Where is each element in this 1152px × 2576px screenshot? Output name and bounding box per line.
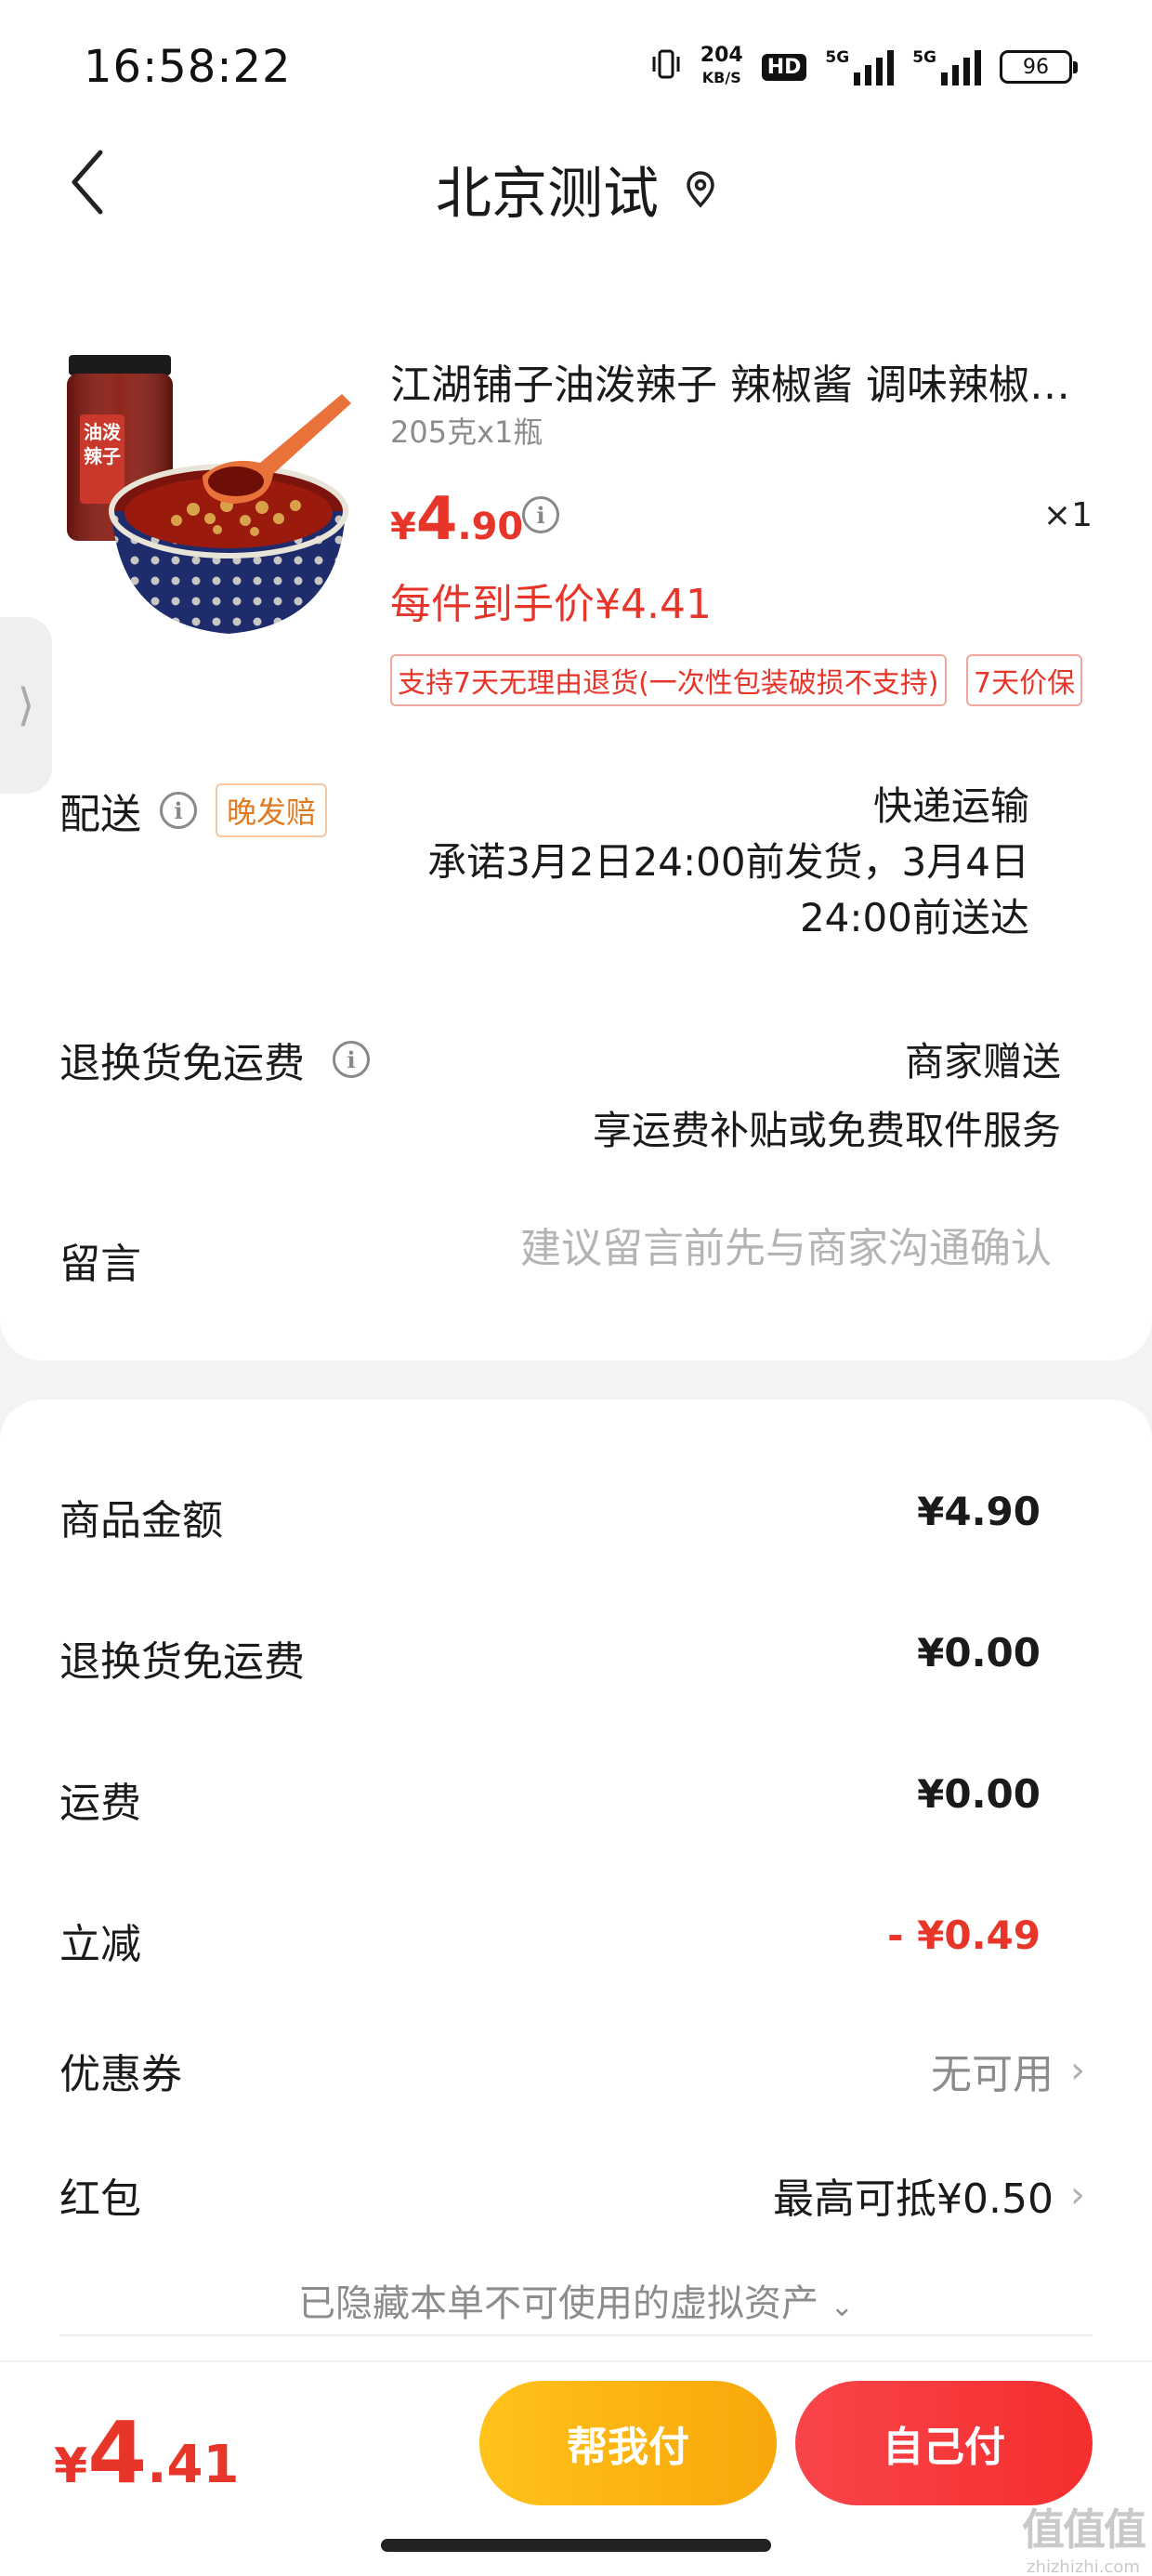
final-unit-price: 每件到手价¥4.41 [390, 581, 712, 628]
coupon-selector[interactable]: 无可用 › [931, 2041, 1085, 2100]
goods-amount-value: ¥4.90 [917, 1489, 1041, 1534]
status-icons: 204 KB/S HD 5G 5G 96 [650, 44, 1078, 89]
vibrate-icon [650, 47, 682, 86]
location-pin-icon[interactable] [685, 170, 716, 208]
delivery-method: 快递运输 [872, 783, 1029, 829]
pay-myself-button[interactable]: 自己付 [795, 2381, 1093, 2505]
divider [59, 2334, 1093, 2336]
delivery-label: 配送 [59, 791, 141, 838]
help-me-pay-button[interactable]: 帮我付 [479, 2381, 777, 2505]
home-indicator[interactable] [381, 2539, 771, 2552]
red-packet-label: 红包 [59, 2175, 141, 2223]
battery-icon: 96 [1000, 50, 1078, 84]
network-speed: 204 KB/S [700, 44, 743, 87]
chevron-right-icon: ⟩ [17, 679, 35, 731]
instant-discount-label: 立减 [59, 1921, 141, 1968]
page-title: 北京测试 [436, 162, 659, 227]
return-shipping-description: 享运费补贴或免费取件服务 [592, 1108, 1061, 1153]
return-shipping-provider: 商家赠送 [904, 1039, 1061, 1084]
watermark-logo: 值值值 [1022, 2504, 1146, 2555]
product-quantity: ×1 [1042, 496, 1093, 534]
message-label: 留言 [59, 1241, 141, 1288]
signal-sim2-icon: 5G [912, 48, 981, 85]
hidden-assets-toggle[interactable]: 已隐藏本单不可使用的虚拟资产 ⌄ [0, 2273, 1152, 2327]
late-compensation-tag: 晚发赔 [216, 783, 328, 837]
red-packet-selector[interactable]: 最高可抵¥0.50 › [773, 2165, 1085, 2225]
return-shipping-info-icon[interactable]: i [333, 1041, 370, 1078]
delivery-value: 快递运输 承诺3月2日24:00前发货，3月4日 24:00前送达 [427, 779, 1029, 946]
coupon-value: 无可用 [931, 2051, 1054, 2098]
watermark-url: zhizhizhi.com [1027, 2557, 1140, 2576]
return-policy-tag: 支持7天无理由退货(一次性包装破损不支持) [390, 654, 947, 706]
page-title-row: 北京测试 [0, 149, 1152, 230]
shipping-fee-value: ¥0.00 [917, 1771, 1041, 1817]
product-name[interactable]: 江湖铺子油泼辣子 辣椒酱 调味辣椒… [390, 351, 1096, 411]
return-shipping-row-label: 退换货免运费 i [59, 1030, 370, 1089]
price-info-button[interactable]: i [522, 496, 559, 533]
message-input[interactable] [439, 1225, 1052, 1272]
chevron-down-icon: ⌄ [830, 2291, 854, 2323]
status-time: 16:58:22 [84, 41, 292, 93]
instant-discount-value: - ¥0.49 [887, 1912, 1041, 1958]
shipping-fee-label: 运费 [59, 1780, 141, 1827]
hd-voice-icon: HD [761, 53, 807, 81]
return-fee-value: ¥0.00 [917, 1630, 1041, 1676]
product-image[interactable]: 油泼辣子 [63, 346, 353, 641]
product-image-jar-label: 油泼辣子 [84, 421, 121, 467]
product-spec: 205克x1瓶 [390, 414, 543, 450]
return-shipping-value: 商家赠送 享运费补贴或免费取件服务 [593, 1028, 1061, 1165]
side-drawer-handle[interactable]: ⟩ [0, 617, 52, 794]
delivery-info-icon[interactable]: i [160, 792, 197, 829]
signal-sim1-icon: 5G [825, 48, 895, 85]
red-packet-value: 最高可抵¥0.50 [773, 2175, 1054, 2223]
delivery-promise-line1: 承诺3月2日24:00前发货，3月4日 [427, 839, 1029, 885]
info-icon: i [522, 496, 559, 533]
return-fee-label: 退换货免运费 [59, 1638, 305, 1686]
coupon-label: 优惠券 [59, 2051, 182, 2098]
hidden-assets-text: 已隐藏本单不可使用的虚拟资产 [298, 2282, 819, 2325]
price-protection-tag: 7天价保 [966, 654, 1083, 706]
delivery-row-label: 配送 i 晚发赔 [59, 781, 328, 840]
goods-amount-label: 商品金额 [59, 1497, 223, 1544]
chevron-right-icon: › [1070, 2174, 1085, 2216]
delivery-promise-line2: 24:00前送达 [799, 895, 1029, 940]
return-shipping-label: 退换货免运费 [59, 1040, 305, 1087]
product-price: ¥ 4 .90 [390, 485, 524, 554]
watermark: 值值值 zhizhizhi.com [1022, 2496, 1146, 2576]
total-price: ¥ 4 .41 [54, 2403, 240, 2503]
chevron-right-icon: › [1070, 2049, 1085, 2092]
